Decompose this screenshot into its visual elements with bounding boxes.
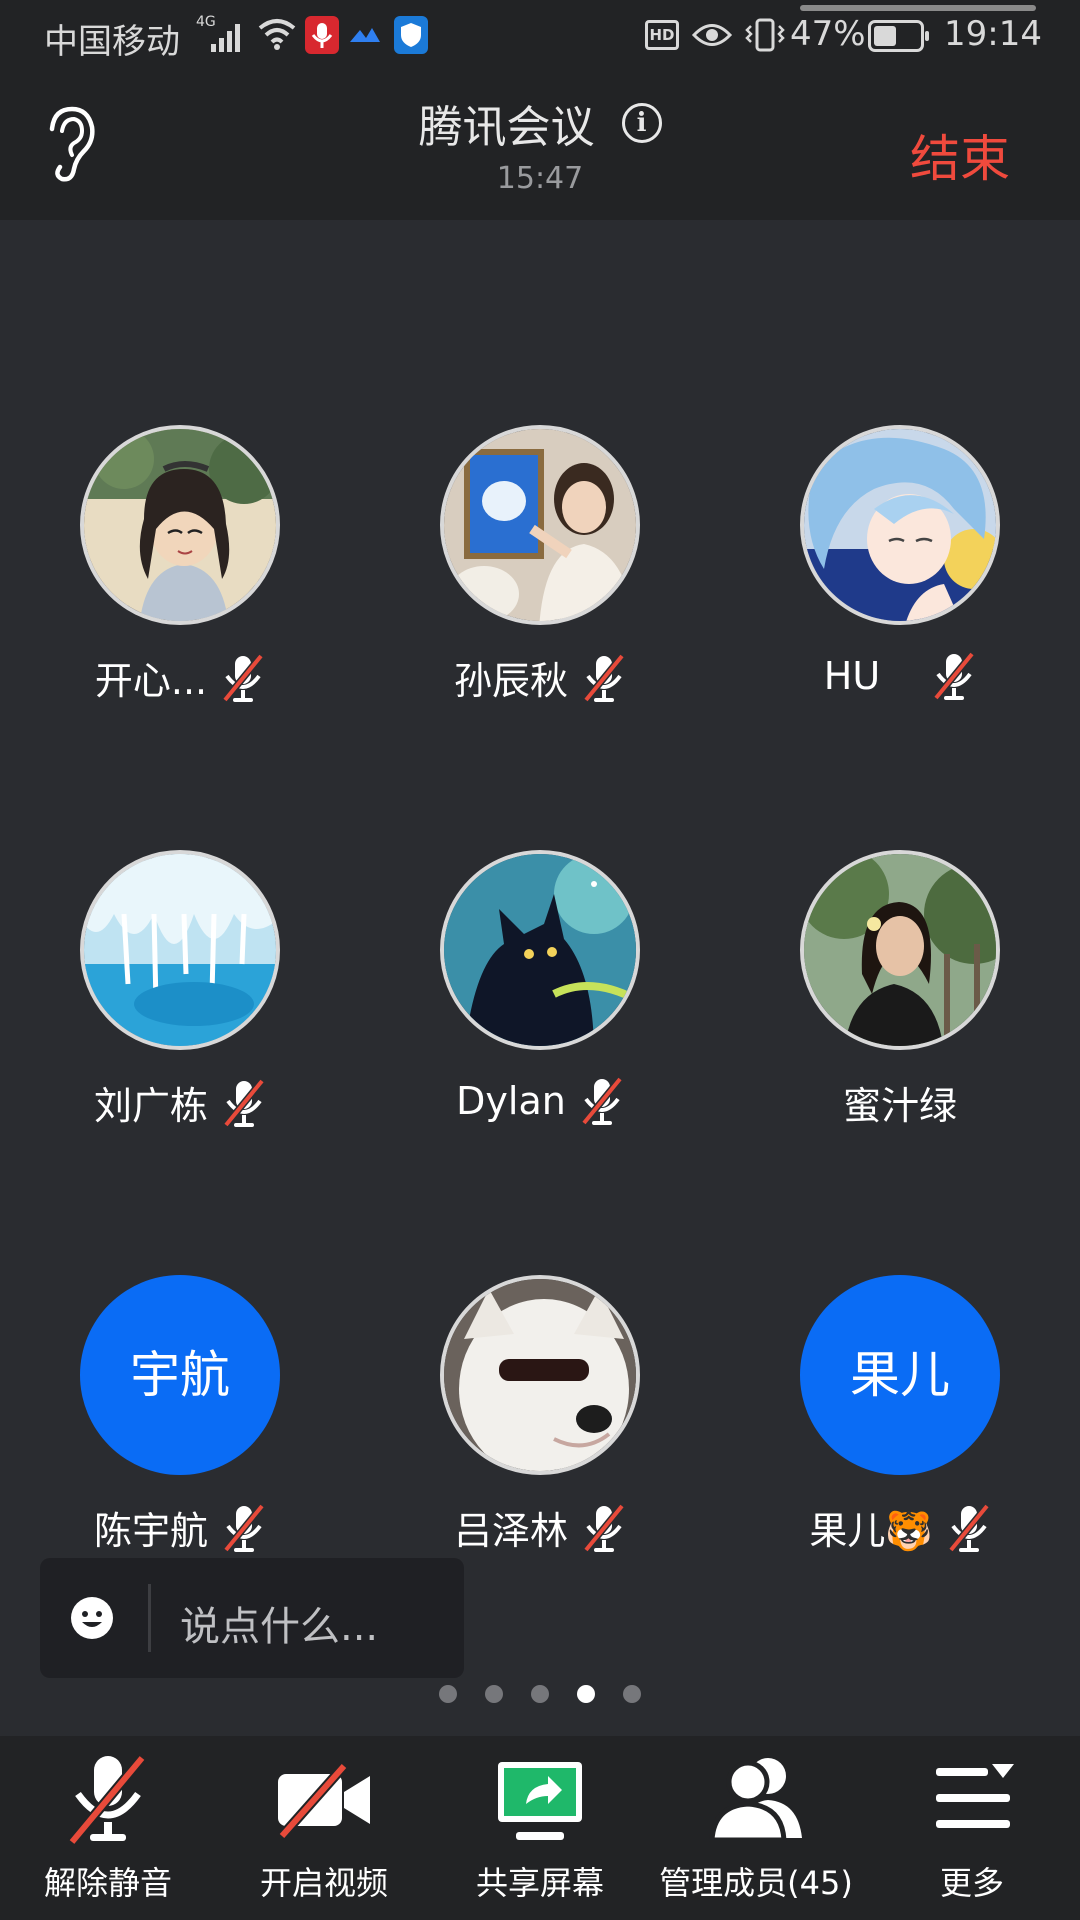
- info-icon[interactable]: i: [621, 103, 662, 143]
- page-dot-active[interactable]: [577, 1685, 595, 1703]
- start-video-label: 开启视频: [259, 1864, 388, 1902]
- app-notification-icon: [350, 28, 380, 42]
- participant-name: 孙辰秋: [453, 659, 568, 703]
- unmute-label: 解除静音: [43, 1864, 172, 1902]
- carrier-name: 中国移动: [44, 22, 180, 62]
- participant-name: 吕泽林: [453, 1509, 568, 1553]
- mic-muted-icon: [583, 1503, 625, 1552]
- participant-name-row: 陈宇航: [0, 1500, 360, 1560]
- participant-name-row: HU: [720, 650, 1080, 710]
- meeting-toolbar: 解除静音 开启视频 共享屏幕 管理成员(45) 更多: [0, 1736, 1080, 1920]
- members-icon: [709, 1758, 802, 1843]
- hd-icon: HD: [645, 20, 679, 50]
- battery-icon: [868, 20, 929, 52]
- manage-members-label: 管理成员(45): [659, 1864, 853, 1902]
- avatar: [80, 425, 280, 625]
- participant-tile[interactable]: 刘广栋: [0, 850, 360, 1250]
- mic-muted-icon: [947, 1503, 990, 1552]
- notification-handle: [800, 5, 1036, 11]
- participant-tile[interactable]: HU: [720, 425, 1080, 825]
- mic-muted-icon: [222, 653, 264, 702]
- participant-name-row: 开心...: [0, 650, 360, 710]
- chat-placeholder[interactable]: 说点什么...: [180, 1594, 378, 1652]
- participant-tile[interactable]: 开心...: [0, 425, 360, 825]
- wifi-icon: [258, 19, 296, 50]
- signal-icon: [211, 24, 240, 52]
- chat-divider: [148, 1584, 151, 1652]
- emoji-icon[interactable]: [70, 1596, 114, 1640]
- share-screen-button[interactable]: 共享屏幕: [432, 1736, 648, 1920]
- more-button[interactable]: 更多: [864, 1736, 1080, 1920]
- page-dot[interactable]: [623, 1685, 641, 1703]
- participant-name-row: 孙辰秋: [360, 650, 720, 710]
- avatar: [440, 425, 640, 625]
- participant-tile[interactable]: 果儿 果儿🐯: [720, 1275, 1080, 1675]
- participant-name: 陈宇航: [93, 1509, 208, 1553]
- chat-input-box[interactable]: 说点什么...: [40, 1558, 464, 1678]
- status-bar: 中国移动 4G HD 47% 19:14: [0, 0, 1080, 75]
- participant-grid: 开心... 孙辰秋 HU 刘广栋 Dylan 蜜汁绿 宇航 陈宇航 吕泽林 果儿…: [0, 220, 1080, 1580]
- vibrate-icon: [745, 18, 785, 52]
- battery-percent: 47%: [790, 14, 866, 54]
- page-dot[interactable]: [485, 1685, 503, 1703]
- page-indicator: [0, 1685, 1080, 1709]
- more-label: 更多: [939, 1864, 1004, 1902]
- mic-muted-icon: [223, 1078, 265, 1127]
- mic-muted-icon: [68, 1754, 146, 1846]
- avatar: [800, 850, 1000, 1050]
- participant-name-row: 蜜汁绿: [720, 1075, 1080, 1135]
- mic-muted-icon: [581, 1076, 623, 1126]
- share-screen-label: 共享屏幕: [475, 1864, 604, 1902]
- participant-name-row: 刘广栋: [0, 1075, 360, 1135]
- eye-icon: [692, 24, 732, 46]
- participant-name-row: 果儿🐯: [720, 1500, 1080, 1560]
- participant-tile[interactable]: 蜜汁绿: [720, 850, 1080, 1250]
- participant-name: 开心...: [94, 659, 208, 703]
- clock: 19:14: [944, 14, 1042, 54]
- initials-avatar: 果儿: [800, 1275, 1000, 1475]
- page-dot[interactable]: [531, 1685, 549, 1703]
- participant-name: 刘广栋: [93, 1084, 208, 1128]
- avatar: [800, 425, 1000, 625]
- meeting-header: 腾讯会议 i 15:47 结束: [0, 75, 1080, 220]
- participant-name-row: Dylan: [360, 1075, 720, 1135]
- start-video-button[interactable]: 开启视频: [216, 1736, 432, 1920]
- participant-name: HU: [823, 654, 881, 698]
- manage-members-button[interactable]: 管理成员(45): [648, 1736, 864, 1920]
- avatar: [440, 850, 640, 1050]
- participant-tile[interactable]: Dylan: [360, 850, 720, 1250]
- end-meeting-button[interactable]: 结束: [910, 119, 1010, 191]
- page-dot[interactable]: [439, 1685, 457, 1703]
- shield-app-icon: [394, 16, 428, 54]
- more-menu-icon: [936, 1764, 1014, 1828]
- participant-name-row: 吕泽林: [360, 1500, 720, 1560]
- mic-muted-icon: [583, 653, 625, 702]
- mic-muted-icon: [933, 651, 975, 701]
- recording-app-icon: [305, 16, 339, 54]
- meeting-title: 腾讯会议: [418, 102, 595, 153]
- share-screen-icon: [498, 1762, 582, 1840]
- initials-avatar: 宇航: [80, 1275, 280, 1475]
- participant-name: 蜜汁绿: [842, 1084, 957, 1128]
- participant-name: 果儿🐯: [809, 1509, 933, 1553]
- avatar: [80, 850, 280, 1050]
- mic-muted-icon: [223, 1503, 265, 1552]
- participant-name: Dylan: [456, 1079, 566, 1123]
- video-off-icon: [278, 1762, 370, 1840]
- unmute-button[interactable]: 解除静音: [0, 1736, 216, 1920]
- participant-tile[interactable]: 孙辰秋: [360, 425, 720, 825]
- avatar: [440, 1275, 640, 1475]
